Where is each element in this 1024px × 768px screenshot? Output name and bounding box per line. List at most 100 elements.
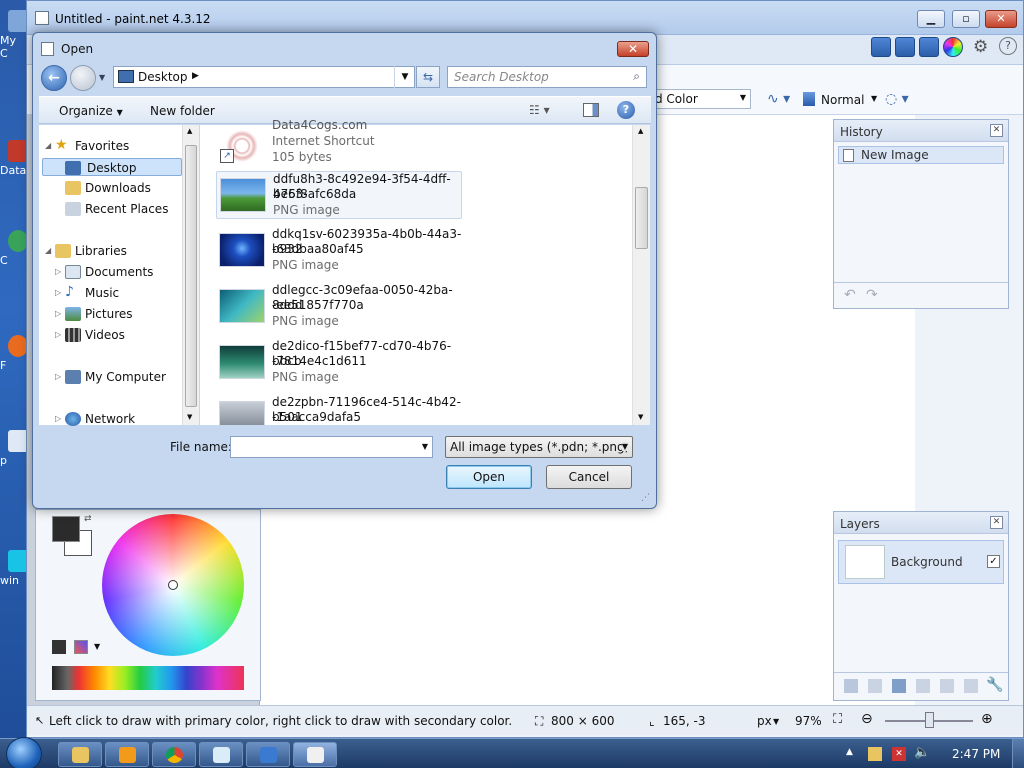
nav-recent-places[interactable]: Recent Places: [65, 200, 185, 218]
new-folder-button[interactable]: New folder: [150, 104, 215, 118]
desktop-icon-data[interactable]: Data: [0, 140, 26, 188]
taskbar-media-player[interactable]: [105, 742, 149, 767]
zoom-value[interactable]: 97%: [795, 714, 822, 728]
nav-pictures[interactable]: ▷ Pictures: [55, 305, 185, 323]
add-layer-icon[interactable]: [844, 679, 858, 693]
redo-icon[interactable]: ↷: [866, 287, 878, 303]
resize-grip-icon[interactable]: ⋰: [641, 493, 650, 503]
file-item[interactable]: de2dico-f15bef77-cd70-4b76-bbcb -7814e4c…: [216, 339, 462, 387]
close-button[interactable]: ✕: [985, 10, 1017, 28]
palette-dropdown-icon[interactable]: ▼: [94, 642, 100, 651]
clock[interactable]: 2:47 PM: [952, 747, 1000, 761]
layer-properties-icon[interactable]: 🔧: [986, 677, 1003, 693]
layers-icon[interactable]: [919, 37, 939, 57]
color-palette[interactable]: [52, 666, 244, 690]
dialog-close-button[interactable]: ✕: [617, 41, 649, 57]
taskbar-explorer[interactable]: [58, 742, 102, 767]
units-dropdown-icon[interactable]: ▼: [773, 717, 779, 726]
organize-button[interactable]: Organize ▼: [59, 104, 123, 118]
move-down-icon[interactable]: [964, 679, 978, 693]
file-item[interactable]: ↗ Data4Cogs.com Internet Shortcut 105 by…: [216, 118, 462, 171]
tray-app-icon[interactable]: [868, 747, 882, 761]
file-type-filter[interactable]: All image types (*.pdn; *.png; * ▼: [445, 436, 633, 458]
merge-layer-icon[interactable]: [916, 679, 930, 693]
nav-favorites[interactable]: ◢ ★ Favorites: [45, 137, 183, 155]
taskbar-notepad[interactable]: [199, 742, 243, 767]
nav-music[interactable]: ▷ ♪ Music: [55, 284, 185, 302]
nav-network[interactable]: ▷ Network: [55, 410, 185, 428]
nav-scroll-thumb[interactable]: [185, 145, 197, 407]
collapse-arrow-icon[interactable]: ▷: [55, 410, 61, 428]
add-color-icon[interactable]: [52, 640, 66, 654]
filename-input[interactable]: ▼: [230, 436, 433, 458]
help-icon[interactable]: ?: [617, 101, 635, 119]
cancel-button[interactable]: Cancel: [546, 465, 632, 489]
zoom-slider-thumb[interactable]: [925, 712, 934, 728]
nav-documents[interactable]: ▷ Documents: [55, 263, 185, 281]
address-dropdown-icon[interactable]: ▼: [394, 66, 415, 88]
desktop-icon-paint[interactable]: p: [0, 430, 26, 478]
file-item[interactable]: ddkq1sv-6023935a-4b0b-44a3-b932 -63dbaa8…: [216, 227, 462, 275]
show-hidden-icons[interactable]: ▲: [846, 747, 853, 757]
maximize-button[interactable]: ▫: [952, 10, 980, 28]
nav-libraries[interactable]: ◢ Libraries: [45, 242, 183, 260]
recent-locations-icon[interactable]: ▼: [99, 73, 105, 82]
collapse-arrow-icon[interactable]: ▷: [55, 368, 61, 386]
network-tray-icon[interactable]: ✕: [892, 747, 906, 761]
file-scroll-thumb[interactable]: [635, 187, 648, 249]
move-up-icon[interactable]: [940, 679, 954, 693]
delete-layer-icon[interactable]: [868, 679, 882, 693]
address-bar[interactable]: Desktop ▶: [113, 66, 415, 88]
zoom-out-icon[interactable]: ⊖: [861, 711, 873, 727]
layer-row[interactable]: Background ✓: [838, 540, 1004, 584]
zoom-fit-icon[interactable]: ⛶: [833, 712, 842, 727]
forward-button[interactable]: [70, 65, 96, 91]
antialias-icon[interactable]: ∿ ▾: [767, 91, 790, 107]
history-item[interactable]: New Image: [838, 146, 1004, 164]
palette-menu-icon[interactable]: [74, 640, 88, 654]
show-desktop-button[interactable]: [1012, 739, 1024, 768]
color-wheel-handle[interactable]: [168, 580, 178, 590]
selection-mode-icon[interactable]: ◌ ▾: [885, 91, 909, 107]
history-close-icon[interactable]: ✕: [990, 124, 1003, 137]
blend-mode-select[interactable]: Normal: [821, 93, 864, 107]
scroll-down-icon[interactable]: ▼: [638, 413, 643, 421]
taskbar-chrome[interactable]: [152, 742, 196, 767]
preview-pane-icon[interactable]: [583, 103, 599, 117]
taskbar-app[interactable]: [246, 742, 290, 767]
nav-downloads[interactable]: Downloads: [65, 179, 185, 197]
back-button[interactable]: ←: [41, 65, 67, 91]
layers-close-icon[interactable]: ✕: [990, 516, 1003, 529]
taskbar-paintnet[interactable]: [293, 742, 337, 767]
colors-icon[interactable]: [943, 37, 963, 57]
scroll-down-icon[interactable]: ▼: [187, 413, 192, 421]
desktop-icon-windows[interactable]: win: [0, 550, 26, 598]
paintnet-titlebar[interactable]: Untitled - paint.net 4.3.12 ▁ ▫ ✕: [27, 1, 1023, 35]
nav-desktop[interactable]: Desktop: [42, 158, 182, 176]
start-button[interactable]: [6, 737, 42, 768]
scroll-up-icon[interactable]: ▲: [187, 127, 192, 135]
blend-dropdown-icon[interactable]: ▼: [871, 94, 877, 103]
zoom-in-icon[interactable]: ⊕: [981, 711, 993, 727]
file-item[interactable]: ddlegcc-3c09efaa-0050-42ba-8ddd -ee51857…: [216, 283, 462, 331]
collapse-arrow-icon[interactable]: ▷: [55, 326, 61, 344]
scroll-up-icon[interactable]: ▲: [638, 127, 643, 135]
file-list-scrollbar[interactable]: ▲ ▼: [632, 125, 650, 425]
file-item[interactable]: de2zpbn-71196ce4-514c-4b42-b501 -1aacca9…: [216, 395, 462, 425]
undo-icon[interactable]: ↶: [844, 287, 856, 303]
settings-gear-icon[interactable]: ⚙: [973, 37, 988, 57]
desktop-icon-chrome[interactable]: C: [0, 230, 26, 278]
layer-visible-checkbox[interactable]: ✓: [987, 555, 1000, 568]
desktop-icon-firefox[interactable]: F: [0, 335, 26, 383]
duplicate-layer-icon[interactable]: [892, 679, 906, 693]
view-options-icon[interactable]: ☷ ▾: [529, 103, 550, 117]
primary-color-swatch[interactable]: [52, 516, 80, 542]
breadcrumb-arrow-icon[interactable]: ▶: [192, 71, 199, 81]
minimize-button[interactable]: ▁: [917, 10, 945, 28]
filename-dropdown-icon[interactable]: ▼: [422, 442, 428, 451]
swap-colors-icon[interactable]: ⇄: [84, 514, 92, 524]
collapse-arrow-icon[interactable]: ▷: [55, 284, 61, 302]
refresh-button[interactable]: ⇆: [416, 66, 440, 88]
history-icon[interactable]: [895, 37, 915, 57]
units-select[interactable]: px: [757, 714, 772, 728]
